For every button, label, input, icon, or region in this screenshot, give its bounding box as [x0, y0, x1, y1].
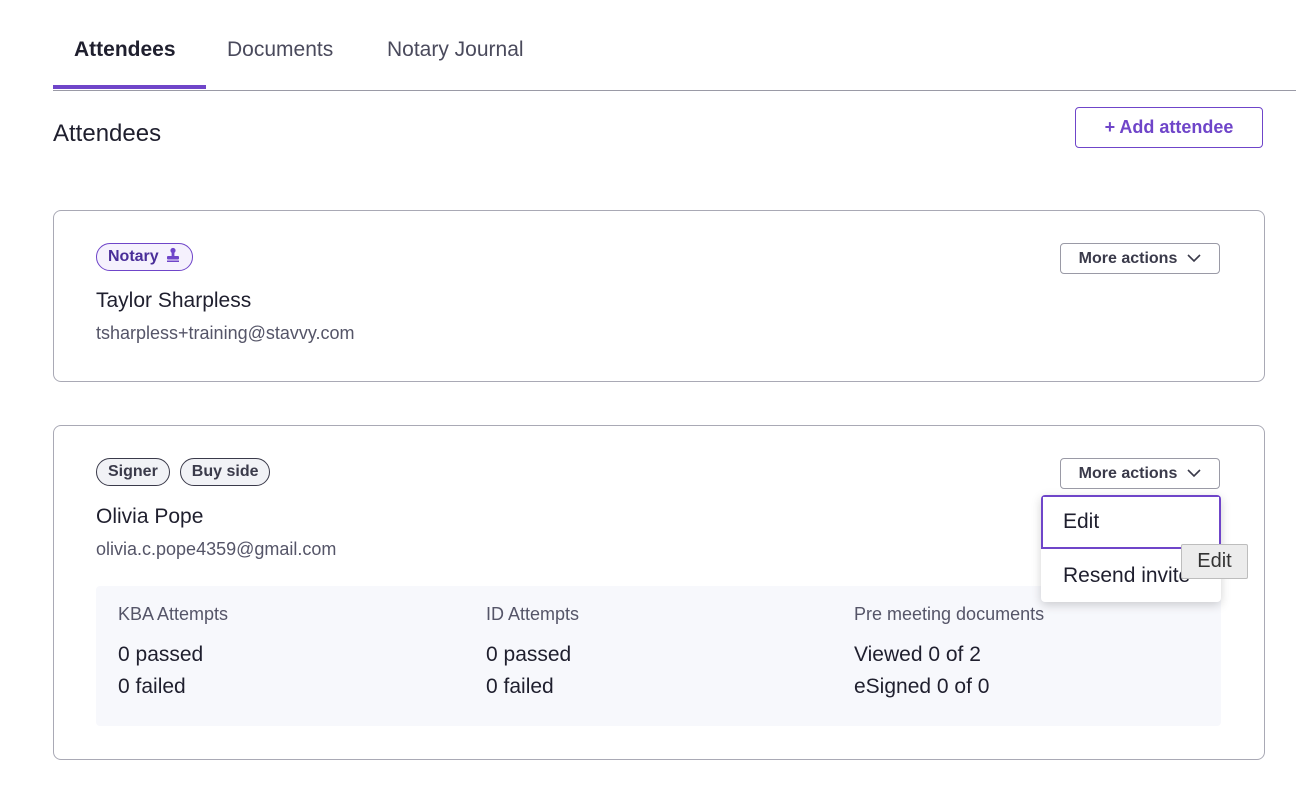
attendee-email: olivia.c.pope4359@gmail.com	[96, 539, 337, 559]
more-actions-label: More actions	[1078, 464, 1178, 482]
tooltip: Edit	[1181, 544, 1248, 579]
more-actions-button[interactable]: More actions	[1060, 243, 1220, 274]
badge-group: Signer Buy side	[96, 458, 271, 486]
attendee-name: Taylor Sharpless	[96, 289, 252, 312]
tab-notary-journal[interactable]: Notary Journal	[387, 38, 524, 62]
pre-meeting-documents: Pre meeting documents Viewed 0 of 2 eSig…	[854, 604, 1044, 703]
notary-badge-label: Notary	[108, 248, 159, 265]
attendee-name: Olivia Pope	[96, 505, 204, 528]
menu-item-edit[interactable]: Edit	[1041, 495, 1221, 549]
stamp-icon	[165, 247, 181, 268]
stat-label: KBA Attempts	[118, 604, 229, 624]
attendee-card-notary: Notary Taylor Sharpless tsharpless+train…	[53, 210, 1265, 382]
more-actions-label: More actions	[1078, 249, 1178, 267]
add-attendee-button[interactable]: + Add attendee	[1075, 107, 1263, 148]
section-title: Attendees	[53, 120, 162, 147]
active-tab-indicator	[53, 85, 206, 89]
badge-group: Notary	[96, 243, 193, 271]
id-attempts: ID Attempts 0 passed 0 failed	[486, 604, 579, 703]
more-actions-button[interactable]: More actions	[1060, 458, 1220, 489]
attendee-email: tsharpless+training@stavvy.com	[96, 323, 355, 343]
chevron-down-icon	[1187, 250, 1201, 268]
tab-attendees[interactable]: Attendees	[74, 38, 176, 62]
buy-side-badge: Buy side	[179, 458, 271, 486]
notary-badge: Notary	[96, 243, 193, 271]
id-failed: 0 failed	[486, 675, 554, 698]
id-passed: 0 passed	[486, 643, 572, 666]
stat-label: ID Attempts	[486, 604, 580, 624]
tab-bar: Attendees Documents Notary Journal	[53, 0, 1296, 91]
docs-viewed: Viewed 0 of 2	[854, 643, 981, 666]
tab-documents[interactable]: Documents	[227, 38, 333, 62]
signer-badge: Signer	[96, 458, 170, 486]
chevron-down-icon	[1187, 465, 1201, 483]
stat-label: Pre meeting documents	[854, 604, 1045, 624]
docs-esigned: eSigned 0 of 0	[854, 675, 990, 698]
kba-passed: 0 passed	[118, 643, 204, 666]
attendee-stats: KBA Attempts 0 passed 0 failed ID Attemp…	[96, 586, 1221, 726]
kba-failed: 0 failed	[118, 675, 186, 698]
kba-attempts: KBA Attempts 0 passed 0 failed	[118, 604, 228, 703]
